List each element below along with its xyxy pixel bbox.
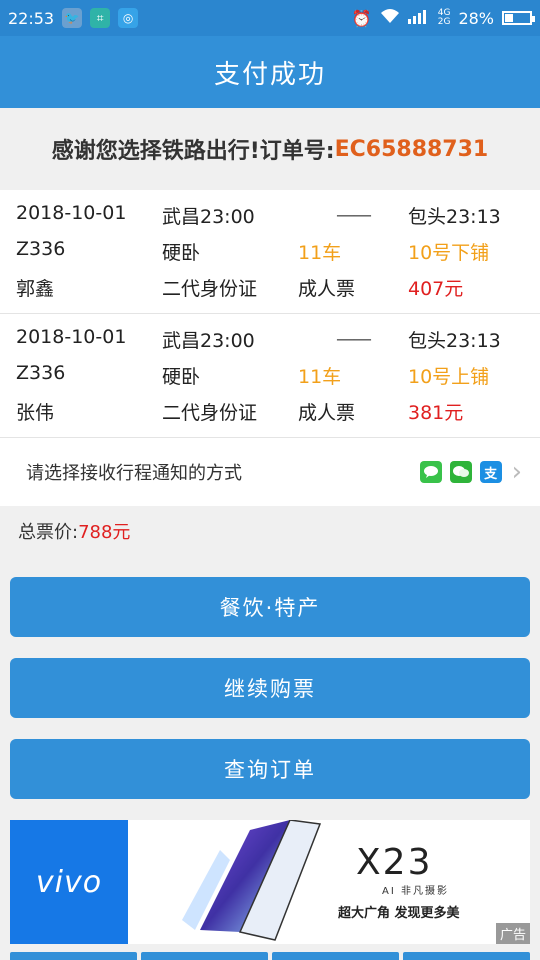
query-order-button[interactable]: 查询订单 bbox=[10, 739, 530, 799]
wechat-icon[interactable] bbox=[449, 461, 472, 483]
order-thanks: 感谢您选择铁路出行!订单号: EC65888731 bbox=[0, 108, 540, 190]
travel-date: 2018-10-01 bbox=[16, 326, 127, 348]
brand-logo: vivo bbox=[10, 820, 128, 944]
chevron-right-icon[interactable]: › bbox=[512, 457, 522, 487]
car-number: 11车 bbox=[298, 366, 342, 388]
alarm-icon: ⏰ bbox=[351, 8, 372, 28]
order-number: EC65888731 bbox=[334, 136, 489, 162]
depart-station-time: 武昌23:00 bbox=[162, 206, 255, 228]
continue-buy-button[interactable]: 继续购票 bbox=[10, 658, 530, 718]
berth-number: 10号上铺 bbox=[408, 366, 490, 388]
ad-banner[interactable]: vivo X23 AI 非凡摄影 超大广角 发现更多美 广告 bbox=[10, 820, 530, 944]
alipay-icon[interactable]: 支 bbox=[479, 461, 502, 483]
arrive-station-time: 包头23:13 bbox=[408, 206, 501, 228]
battery-percent: 28% bbox=[458, 8, 494, 28]
total-price: 总票价:788元 bbox=[18, 518, 130, 544]
ticket-type: 成人票 bbox=[298, 402, 356, 424]
route-arrow: —— bbox=[336, 204, 372, 226]
bottom-tabs-peek bbox=[0, 952, 540, 960]
phone-image bbox=[182, 820, 322, 941]
travel-date: 2018-10-01 bbox=[16, 202, 127, 224]
id-type: 二代身份证 bbox=[162, 278, 258, 300]
notify-method-row[interactable]: 请选择接收行程通知的方式 支 › bbox=[0, 438, 540, 506]
seat-type: 硬卧 bbox=[162, 366, 201, 388]
ticket-price: 407元 bbox=[408, 278, 464, 300]
scan-app-icon: ⌗ bbox=[90, 8, 111, 28]
food-specialty-button[interactable]: 餐饮·特产 bbox=[10, 577, 530, 637]
id-type: 二代身份证 bbox=[162, 402, 258, 424]
ticket-price: 381元 bbox=[408, 402, 464, 424]
route-arrow: —— bbox=[336, 328, 372, 350]
train-number: Z336 bbox=[16, 362, 66, 384]
depart-station-time: 武昌23:00 bbox=[162, 330, 255, 352]
car-number: 11车 bbox=[298, 242, 342, 264]
berth-number: 10号下铺 bbox=[408, 242, 490, 264]
notify-method-label: 请选择接收行程通知的方式 bbox=[26, 463, 242, 484]
passenger-name: 张伟 bbox=[16, 402, 55, 424]
seat-type: 硬卧 bbox=[162, 242, 201, 264]
ad-tagline: 超大广角 发现更多美 bbox=[338, 906, 460, 921]
arrive-station-time: 包头23:13 bbox=[408, 330, 501, 352]
network-type: 4G 2G bbox=[437, 8, 451, 27]
ad-label: 广告 bbox=[495, 923, 530, 944]
camera-app-icon: ◎ bbox=[118, 8, 139, 28]
signal-icon bbox=[407, 8, 430, 28]
thanks-text: 感谢您选择铁路出行!订单号: bbox=[51, 139, 335, 164]
ticket-type: 成人票 bbox=[298, 278, 356, 300]
wifi-icon bbox=[380, 8, 400, 28]
bird-app-icon: 🐦 bbox=[62, 8, 83, 28]
total-label: 总票价: bbox=[18, 522, 79, 543]
battery-icon bbox=[502, 11, 535, 25]
sms-icon[interactable] bbox=[419, 461, 442, 483]
train-number: Z336 bbox=[16, 238, 66, 260]
status-bar: 22:53 🐦 ⌗ ◎ ⏰ 4G 2G 28% bbox=[0, 0, 540, 36]
ticket-card: 2018-10-01 武昌23:00 —— 包头23:13 Z336 硬卧 11… bbox=[0, 190, 540, 314]
total-value: 788元 bbox=[78, 522, 131, 543]
page-title: 支付成功 bbox=[0, 36, 540, 108]
ticket-card: 2018-10-01 武昌23:00 —— 包头23:13 Z336 硬卧 11… bbox=[0, 314, 540, 438]
ad-tagline: AI 非凡摄影 bbox=[382, 886, 449, 897]
passenger-name: 郭鑫 bbox=[16, 278, 55, 300]
clock: 22:53 bbox=[8, 8, 55, 28]
ad-model: X23 bbox=[356, 842, 433, 883]
